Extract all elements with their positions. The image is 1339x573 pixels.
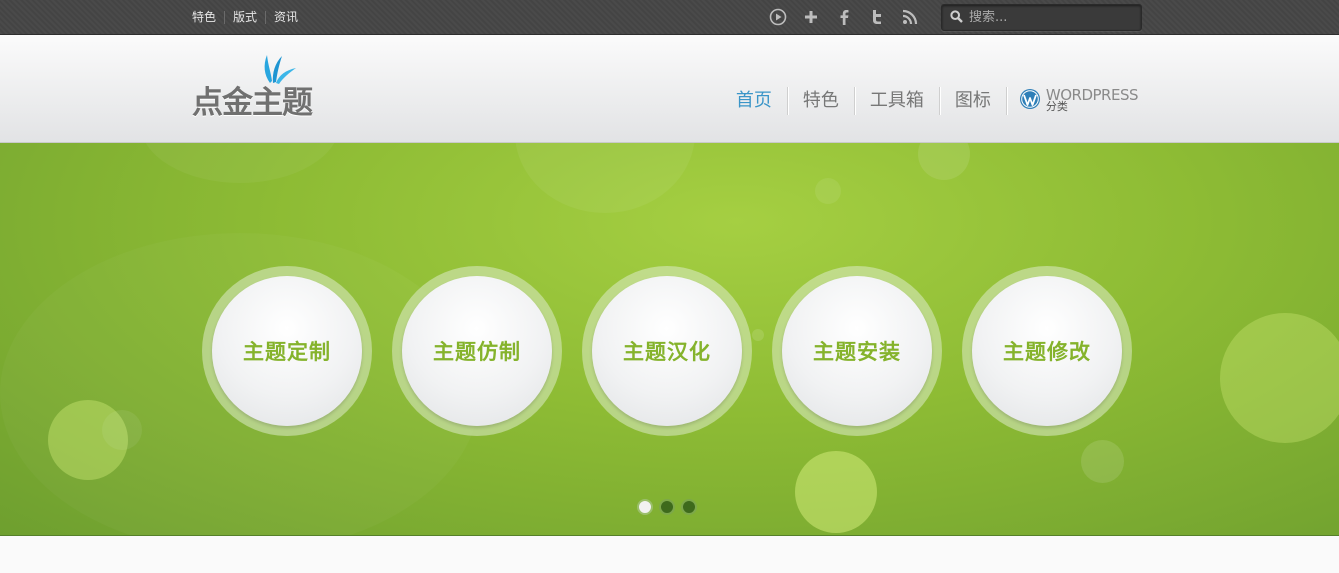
top-link-layouts[interactable]: 版式 bbox=[233, 10, 257, 24]
bokeh-decoration bbox=[515, 143, 695, 213]
slider-dot[interactable] bbox=[637, 499, 653, 515]
service-circles: 主题定制 主题仿制 主题汉化 主题安装 主题修改 bbox=[202, 266, 1152, 436]
top-bar: 特色 版式 资讯 bbox=[0, 0, 1339, 35]
play-icon[interactable] bbox=[768, 7, 788, 27]
service-circle-install[interactable]: 主题安装 bbox=[772, 266, 942, 436]
wordpress-icon bbox=[1019, 88, 1041, 114]
service-circle-face: 主题修改 bbox=[972, 276, 1122, 426]
top-link-divider bbox=[265, 10, 267, 24]
content-area bbox=[0, 537, 1339, 573]
bokeh-decoration bbox=[918, 143, 970, 180]
service-label: 主题修改 bbox=[1003, 340, 1091, 364]
site-logo[interactable]: 点金主题 bbox=[192, 51, 332, 121]
bokeh-decoration bbox=[795, 451, 877, 533]
top-links: 特色 版式 资讯 bbox=[192, 10, 298, 24]
service-circle-clone[interactable]: 主题仿制 bbox=[392, 266, 562, 436]
service-circle-custom[interactable]: 主题定制 bbox=[202, 266, 372, 436]
wordpress-label: WORDPRESS 分类 bbox=[1046, 88, 1139, 113]
top-link-features[interactable]: 特色 bbox=[192, 10, 216, 24]
nav-item-icons[interactable]: 图标 bbox=[940, 87, 1006, 115]
service-circle-face: 主题安装 bbox=[782, 276, 932, 426]
service-label: 主题安装 bbox=[813, 340, 901, 364]
search-input[interactable] bbox=[969, 10, 1139, 25]
nav-item-toolbox[interactable]: 工具箱 bbox=[855, 87, 939, 115]
twitter-icon[interactable] bbox=[867, 7, 887, 27]
service-circle-face: 主题汉化 bbox=[592, 276, 742, 426]
service-circle-modify[interactable]: 主题修改 bbox=[962, 266, 1132, 436]
logo-text: 点金主题 bbox=[192, 85, 313, 121]
service-circle-localize[interactable]: 主题汉化 bbox=[582, 266, 752, 436]
bokeh-decoration bbox=[140, 143, 340, 183]
top-link-news[interactable]: 资讯 bbox=[274, 10, 298, 24]
bokeh-decoration bbox=[815, 178, 841, 204]
search-box bbox=[941, 4, 1142, 31]
bokeh-decoration bbox=[1081, 440, 1124, 483]
service-circle-face: 主题定制 bbox=[212, 276, 362, 426]
service-circle-face: 主题仿制 bbox=[402, 276, 552, 426]
facebook-icon[interactable] bbox=[834, 7, 854, 27]
nav-item-features[interactable]: 特色 bbox=[788, 87, 854, 115]
bokeh-decoration bbox=[1220, 313, 1339, 443]
top-link-divider bbox=[224, 10, 226, 24]
nav-item-home[interactable]: 首页 bbox=[721, 87, 787, 115]
rss-icon[interactable] bbox=[900, 7, 920, 27]
site-header: 点金主题 首页 特色 工具箱 图标 WORDPRESS 分类 bbox=[0, 35, 1339, 143]
slider-dot[interactable] bbox=[681, 499, 697, 515]
main-nav: 首页 特色 工具箱 图标 WORDPRESS 分类 bbox=[721, 87, 1139, 115]
service-label: 主题定制 bbox=[243, 340, 331, 364]
service-label: 主题仿制 bbox=[433, 340, 521, 364]
social-icons bbox=[768, 7, 933, 27]
hero-slider: 主题定制 主题仿制 主题汉化 主题安装 主题修改 bbox=[0, 143, 1339, 536]
slider-pagination bbox=[637, 499, 703, 515]
plus-icon[interactable] bbox=[801, 7, 821, 27]
service-label: 主题汉化 bbox=[623, 340, 711, 364]
slider-dot[interactable] bbox=[659, 499, 675, 515]
nav-item-wordpress[interactable]: WORDPRESS 分类 bbox=[1007, 88, 1139, 114]
search-icon bbox=[950, 8, 963, 27]
